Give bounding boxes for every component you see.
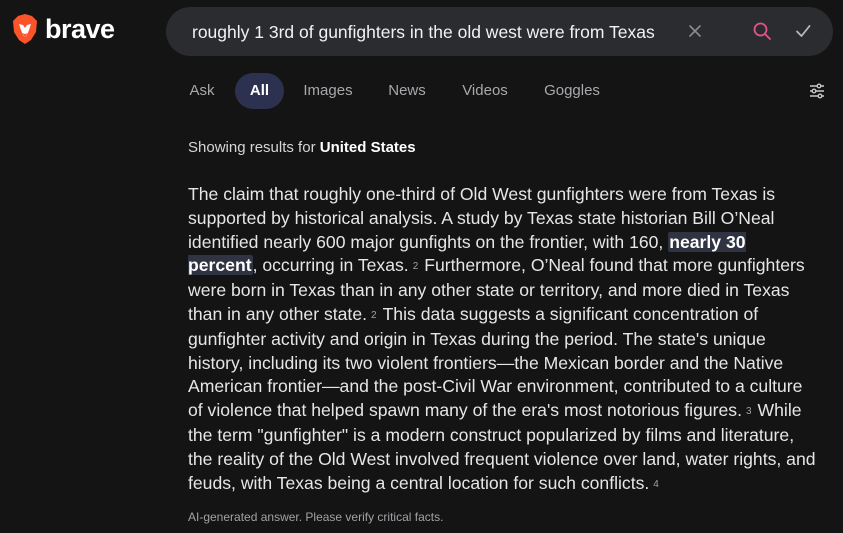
close-icon[interactable] xyxy=(685,21,705,41)
ai-answer: The claim that roughly one-third of Old … xyxy=(188,183,818,496)
citation-marker[interactable]: 4 xyxy=(653,479,659,490)
region-name[interactable]: United States xyxy=(320,139,416,156)
tab-all[interactable]: All xyxy=(235,73,284,109)
tab-goggles[interactable]: Goggles xyxy=(537,73,607,109)
search-bar xyxy=(166,7,833,58)
search-icon[interactable] xyxy=(752,21,772,41)
search-input[interactable] xyxy=(190,7,664,58)
result-tabs: Ask All Images News Videos Goggles xyxy=(175,73,625,109)
brand-name: brave xyxy=(45,13,115,44)
citation-marker[interactable]: 2 xyxy=(413,261,419,272)
region-notice: Showing results for United States xyxy=(188,139,416,156)
tab-ask[interactable]: Ask xyxy=(175,73,229,109)
checkmark-icon[interactable] xyxy=(793,21,813,41)
tab-news[interactable]: News xyxy=(381,73,433,109)
search-results-page: brave Ask All Images News Videos Goggles… xyxy=(0,0,843,533)
citation-marker[interactable]: 3 xyxy=(746,406,752,417)
citation-marker[interactable]: 2 xyxy=(371,310,377,321)
brave-logo[interactable]: brave xyxy=(11,13,115,45)
brave-lion-icon xyxy=(13,14,37,44)
tab-images[interactable]: Images xyxy=(295,73,361,109)
tab-videos[interactable]: Videos xyxy=(455,73,515,109)
answer-text: , occurring in Texas. xyxy=(252,255,409,276)
ai-disclaimer: AI-generated answer. Please verify criti… xyxy=(188,510,444,524)
region-prefix: Showing results for xyxy=(188,139,316,156)
filter-settings-icon[interactable] xyxy=(808,82,826,100)
